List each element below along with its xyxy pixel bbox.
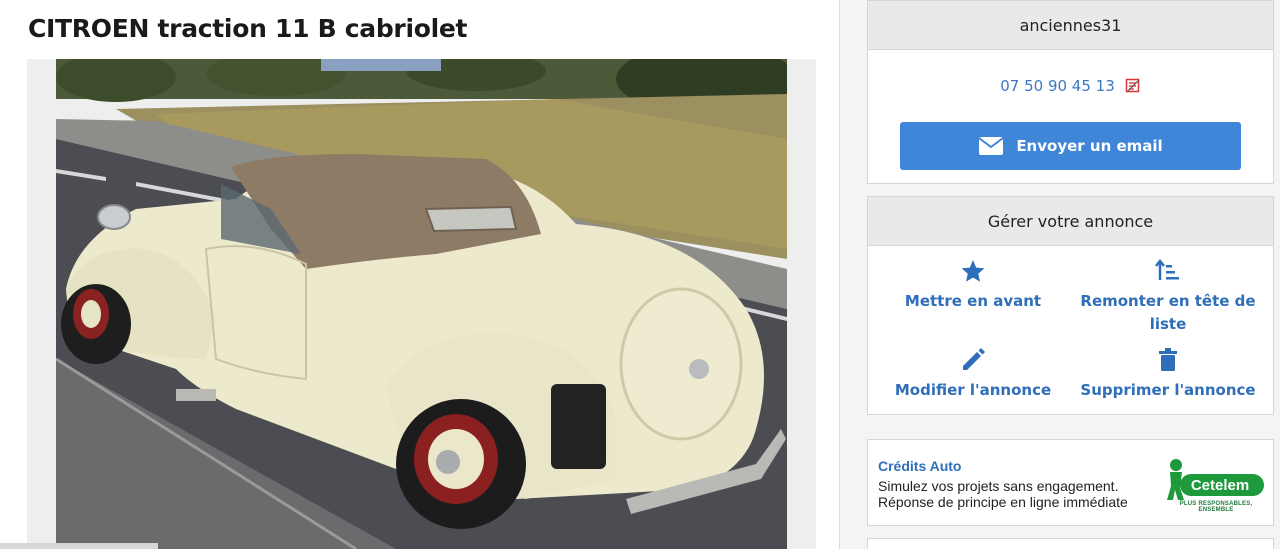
manage-listing-card: Gérer votre annonce Mettre en avant Remo… <box>867 196 1274 415</box>
edit-listing-label: Modifier l'annonce <box>894 381 1052 399</box>
listing-photo[interactable] <box>56 59 787 549</box>
page: CITROEN traction 11 B cabriolet ancienne… <box>0 0 1280 549</box>
phone-row: 07 50 90 45 13 <box>868 77 1273 95</box>
seller-card: anciennes31 07 50 90 45 13 Envoyer un em… <box>867 0 1274 184</box>
seller-phone[interactable]: 07 50 90 45 13 <box>1000 77 1115 95</box>
scrollbar-thumb[interactable] <box>0 543 158 549</box>
sort-up-icon <box>1155 258 1179 280</box>
credit-ad-card[interactable]: Crédits Auto Simulez vos projets sans en… <box>867 439 1274 526</box>
report-icon[interactable] <box>1125 78 1141 94</box>
promote-listing-label: Mettre en avant <box>904 292 1042 310</box>
ad-title[interactable]: Crédits Auto <box>878 458 961 474</box>
manage-heading: Gérer votre annonce <box>868 197 1273 246</box>
delete-listing-label: Supprimer l'annonce <box>1080 381 1256 399</box>
pencil-icon <box>963 348 985 370</box>
ad-line-1: Simulez vos projets sans engagement. <box>878 478 1119 494</box>
ad-line-2: Réponse de principe en ligne immédiate <box>878 494 1128 510</box>
next-card-edge <box>867 538 1274 549</box>
seller-name[interactable]: anciennes31 <box>868 1 1273 50</box>
envelope-icon <box>978 137 1004 155</box>
svg-text:Cetelem: Cetelem <box>1191 477 1249 494</box>
promote-listing-button[interactable]: Mettre en avant <box>873 258 1073 313</box>
delete-listing-button[interactable]: Supprimer l'annonce <box>1068 347 1268 402</box>
listing-panel: CITROEN traction 11 B cabriolet <box>0 0 840 549</box>
ad-slogan: PLUS RESPONSABLES, ENSEMBLE <box>1179 501 1253 513</box>
edit-listing-button[interactable]: Modifier l'annonce <box>873 347 1073 402</box>
photo-gallery[interactable] <box>27 59 816 549</box>
send-email-label: Envoyer un email <box>1016 137 1163 155</box>
car-photo-illustration <box>56 59 787 549</box>
trash-icon <box>1159 348 1177 371</box>
send-email-button[interactable]: Envoyer un email <box>900 122 1241 170</box>
listing-title: CITROEN traction 11 B cabriolet <box>28 14 468 43</box>
bump-listing-label: Remonter en tête de liste <box>1080 292 1256 333</box>
star-icon <box>961 260 985 282</box>
bump-listing-button[interactable]: Remonter en tête de liste <box>1068 258 1268 336</box>
manage-actions: Mettre en avant Remonter en tête de list… <box>868 246 1273 416</box>
